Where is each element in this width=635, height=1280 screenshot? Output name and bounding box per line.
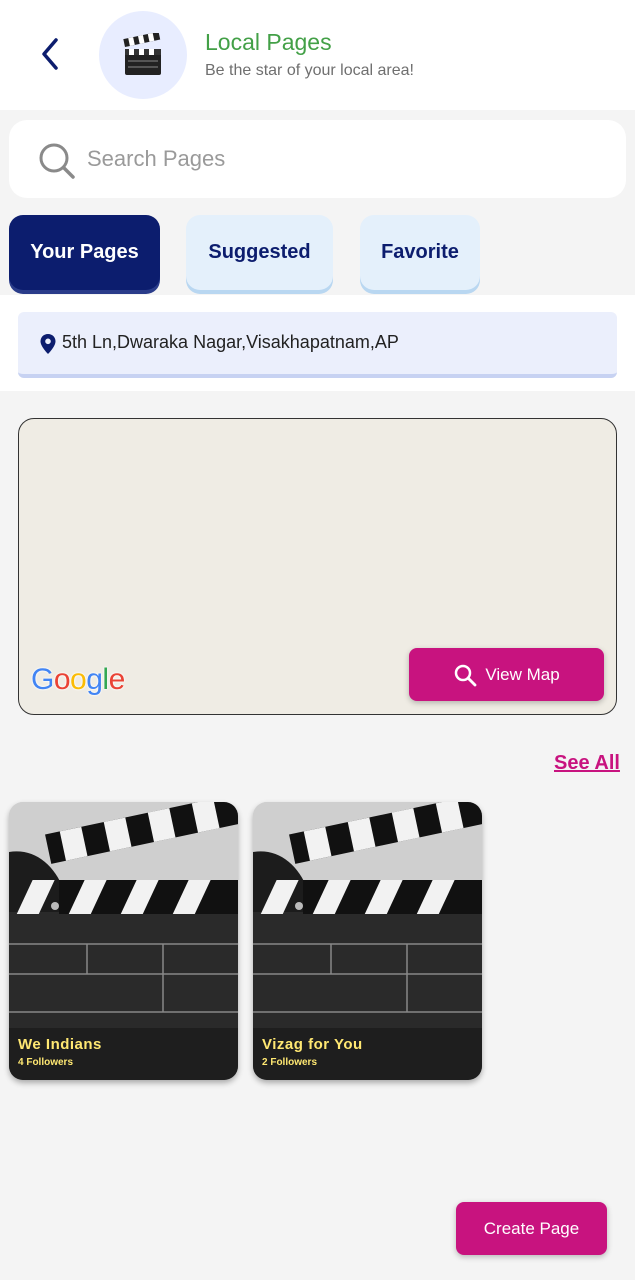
search-bar[interactable] — [9, 120, 626, 198]
page-followers: 2 Followers — [262, 1057, 318, 1068]
search-input[interactable] — [87, 138, 607, 180]
chevron-left-icon — [42, 38, 58, 70]
location-selector[interactable]: 5th Ln,Dwaraka Nagar,Visakhapatnam,AP — [18, 312, 617, 378]
tab-label: Your Pages — [30, 241, 139, 263]
back-button[interactable] — [30, 34, 70, 74]
page-name: Vizag for You — [262, 1036, 363, 1053]
map-view[interactable]: Google View Map — [18, 418, 617, 715]
tab-suggested[interactable]: Suggested — [186, 215, 333, 290]
page-followers: 4 Followers — [18, 1057, 74, 1068]
page-name: We Indians — [18, 1036, 102, 1053]
location-pin-icon — [40, 334, 56, 354]
search-icon — [455, 664, 477, 686]
view-map-label: View Map — [485, 664, 560, 684]
tab-your-pages[interactable]: Your Pages — [9, 215, 160, 290]
page-card[interactable]: Vizag for You 2 Followers — [253, 802, 482, 1080]
app-avatar — [99, 11, 187, 99]
view-map-button[interactable]: View Map — [409, 648, 604, 701]
tab-label: Suggested — [208, 241, 311, 263]
google-logo: Google — [31, 663, 125, 696]
location-address: 5th Ln,Dwaraka Nagar,Visakhapatnam,AP — [62, 332, 399, 352]
create-page-button[interactable]: Create Page — [456, 1202, 607, 1255]
page-card[interactable]: We Indians 4 Followers — [9, 802, 238, 1080]
page-title: Local Pages — [205, 29, 332, 55]
tab-favorite[interactable]: Favorite — [360, 215, 480, 290]
app-header: Local Pages Be the star of your local ar… — [0, 0, 635, 110]
clapperboard-icon — [123, 33, 161, 75]
page-subtitle: Be the star of your local area! — [205, 62, 414, 79]
search-icon — [39, 143, 75, 179]
create-page-label: Create Page — [483, 1218, 580, 1238]
tab-label: Favorite — [381, 241, 459, 263]
see-all-link[interactable]: See All — [554, 752, 620, 775]
